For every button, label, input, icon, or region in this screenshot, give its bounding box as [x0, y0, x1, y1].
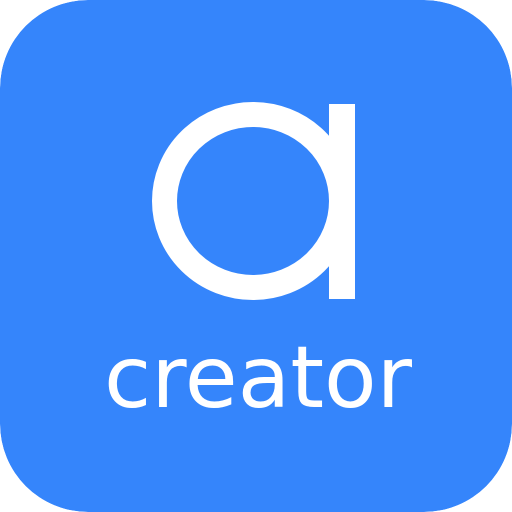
letter-a-stem — [329, 104, 355, 299]
app-icon-artwork: creator — [0, 0, 512, 512]
app-icon-label: creator — [104, 328, 413, 428]
app-icon: creator — [0, 0, 512, 512]
app-icon-background — [0, 0, 512, 512]
